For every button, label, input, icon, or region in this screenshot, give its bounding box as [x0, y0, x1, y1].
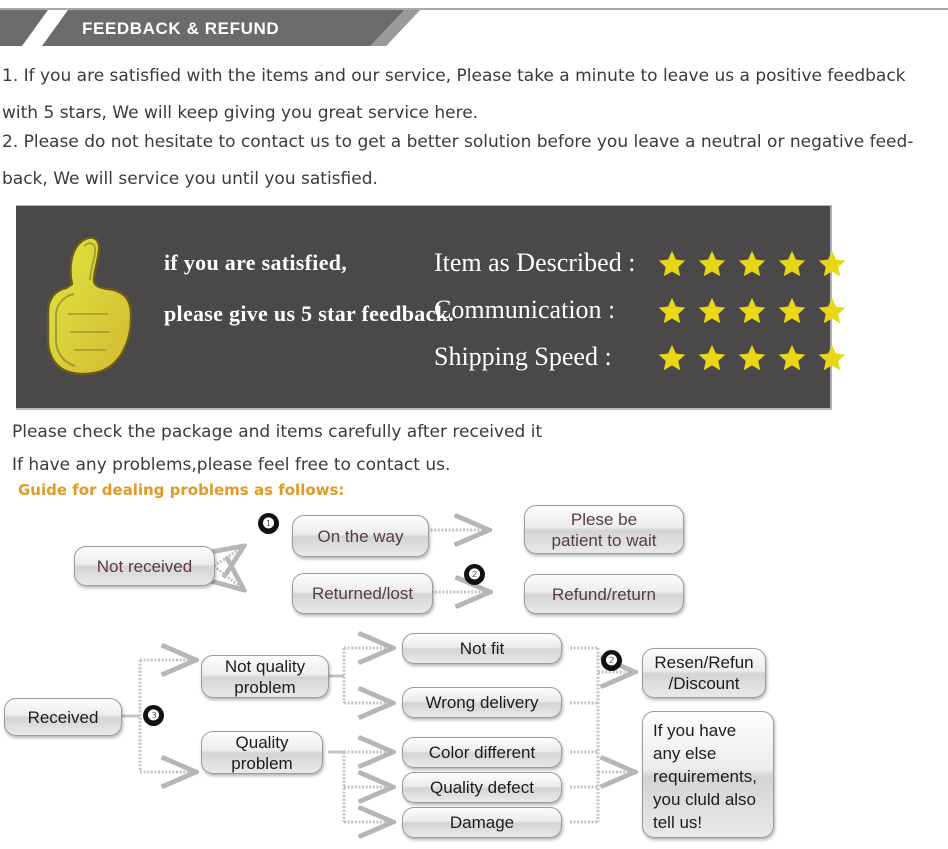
- banner-title: FEEDBACK & REFUND: [82, 19, 280, 38]
- flow2-node-resend-refund-discount[interactable]: Resen/Refun /Discount: [642, 648, 766, 698]
- star-group: [657, 343, 847, 372]
- flow2-node-not-fit[interactable]: Not fit: [402, 633, 562, 664]
- star-icon: [778, 344, 806, 370]
- star-icon: [818, 297, 846, 323]
- feedback-line-1: if you are satisfied,: [164, 250, 348, 275]
- star-icon: [658, 344, 686, 370]
- flow2-node-received[interactable]: Received: [4, 698, 122, 736]
- flow2-node-other-requirements[interactable]: If you have any else requirements, you c…: [642, 711, 774, 838]
- flow2-node-quality-defect[interactable]: Quality defect: [402, 772, 562, 803]
- rating-label: Communication :: [434, 295, 616, 324]
- flow1-node-not-received[interactable]: Not received: [74, 546, 215, 586]
- feedback-message: if you are satisfied, please give us 5 s…: [164, 250, 454, 352]
- rating-row: Communication :: [434, 291, 847, 329]
- flow2-node-quality-problem[interactable]: Quality problem: [201, 731, 323, 774]
- policy-paragraph-1: 1. If you are satisfied with the items a…: [2, 66, 906, 123]
- flow2-node-wrong-delivery[interactable]: Wrong delivery: [402, 687, 562, 718]
- flow2-node-color-different[interactable]: Color different: [402, 737, 562, 768]
- flow1-node-refund-return[interactable]: Refund/return: [524, 574, 684, 614]
- star-icon: [778, 297, 806, 323]
- flow2-badge-2: ❷: [601, 650, 622, 671]
- flow1-node-returned-lost[interactable]: Returned/lost: [292, 573, 433, 614]
- feedback-line-2: please give us 5 star feedback.: [164, 301, 454, 326]
- star-icon: [738, 344, 766, 370]
- guide-heading: Guide for dealing problems as follows:: [18, 481, 345, 499]
- star-icon: [698, 297, 726, 323]
- feedback-promo-block: if you are satisfied, please give us 5 s…: [16, 205, 846, 410]
- star-icon: [818, 250, 846, 276]
- star-group: [657, 296, 847, 325]
- flow2-node-damage[interactable]: Damage: [402, 807, 562, 838]
- thumbs-up-icon: [46, 236, 133, 376]
- star-icon: [698, 250, 726, 276]
- star-icon: [658, 250, 686, 276]
- rating-label: Item as Described :: [434, 248, 636, 277]
- star-icon: [738, 297, 766, 323]
- flow1-node-patient-wait[interactable]: Plese be patient to wait: [524, 505, 684, 554]
- ratings-list: Item as Described : Communication : Ship…: [434, 244, 847, 385]
- star-icon: [818, 344, 846, 370]
- star-icon: [778, 250, 806, 276]
- star-icon: [698, 344, 726, 370]
- star-icon: [738, 250, 766, 276]
- package-check-note: Please check the package and items caref…: [12, 422, 543, 442]
- star-icon: [658, 297, 686, 323]
- flow1-node-on-the-way[interactable]: On the way: [292, 515, 429, 557]
- section-banner: FEEDBACK & REFUND: [0, 10, 420, 46]
- star-group: [657, 249, 847, 278]
- flow2-badge-3: ❸: [143, 705, 164, 726]
- policy-paragraph-2: 2. Please do not hesitate to contact us …: [2, 132, 914, 189]
- rating-row: Shipping Speed :: [434, 338, 847, 376]
- flow1-badge-1: ❶: [258, 513, 279, 534]
- flow2-node-not-quality-problem[interactable]: Not quality problem: [201, 655, 329, 698]
- flow1-badge-2: ❷: [464, 564, 485, 585]
- contact-note: If have any problems,please feel free to…: [12, 455, 451, 475]
- rating-row: Item as Described :: [434, 244, 847, 282]
- rating-label: Shipping Speed :: [434, 342, 612, 371]
